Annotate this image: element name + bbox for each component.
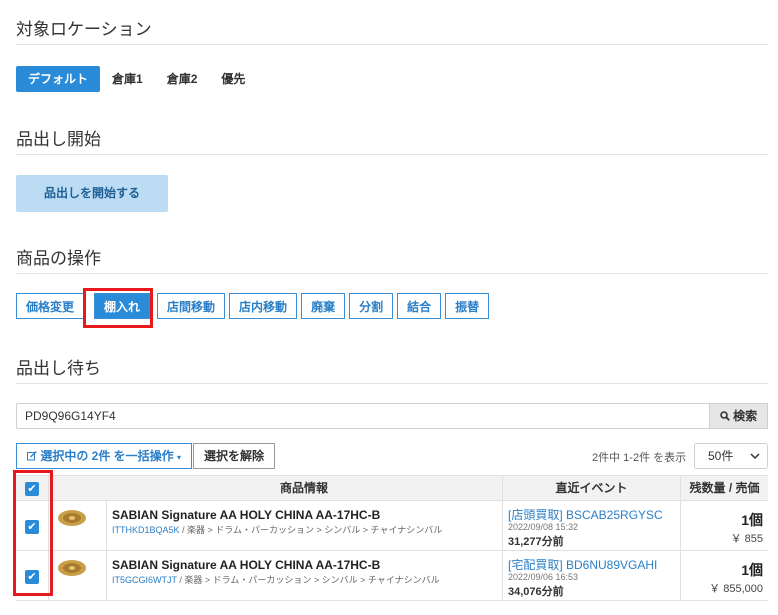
chevron-down-icon bbox=[750, 444, 760, 478]
price: ￥ 855,000 bbox=[709, 583, 763, 595]
divider bbox=[16, 154, 768, 155]
event-link[interactable]: [宅配買取] BD6NU89VGAHI bbox=[508, 556, 657, 573]
row-checkbox[interactable]: ✔ bbox=[25, 570, 39, 584]
search-icon bbox=[720, 409, 733, 423]
table-row[interactable]: ✔ SABIAN Signature AA HOLY CHINA AA-17HC… bbox=[16, 551, 768, 601]
event-link[interactable]: [店頭買取] BSCAB25RGYSC bbox=[508, 506, 663, 523]
clear-selection-button[interactable]: 選択を解除 bbox=[193, 443, 276, 469]
merge-button[interactable]: 結合 bbox=[397, 293, 442, 319]
bulk-action-label: 選択中の 2件 を一括操作 bbox=[40, 449, 174, 463]
product-code-link[interactable]: IT5GCGI6WTJT bbox=[112, 575, 177, 585]
per-page-select[interactable]: 50件 bbox=[694, 443, 768, 469]
divider bbox=[16, 383, 768, 384]
edit-icon bbox=[27, 449, 40, 463]
dispose-button[interactable]: 廃棄 bbox=[301, 293, 346, 319]
operation-buttons: 価格変更 棚入れ 店間移動 店内移動 廃棄 分割 結合 振替 bbox=[16, 293, 493, 319]
divider bbox=[16, 44, 768, 45]
price-change-button[interactable]: 価格変更 bbox=[16, 293, 85, 319]
search-button-label: 検索 bbox=[733, 409, 758, 423]
quantity: 1個 bbox=[741, 562, 763, 578]
event-ago: 34,076分前 bbox=[508, 586, 564, 598]
caret-down-icon: ▾ bbox=[177, 453, 182, 462]
event-ago: 31,277分前 bbox=[508, 536, 564, 548]
picking-start-title: 品出し開始 bbox=[16, 130, 101, 149]
header-product-info: 商品情報 bbox=[279, 481, 328, 495]
price: ￥ 855 bbox=[730, 533, 763, 545]
location-section-title: 対象ロケーション bbox=[16, 20, 152, 39]
header-recent-event: 直近イベント bbox=[555, 481, 628, 495]
store-transfer-button[interactable]: 店間移動 bbox=[157, 293, 226, 319]
product-name: SABIAN Signature AA HOLY CHINA AA-17HC-B bbox=[112, 508, 381, 522]
bulk-action-button[interactable]: 選択中の 2件 を一括操作 ▾ bbox=[16, 443, 193, 469]
cymbal-thumbnail bbox=[58, 560, 86, 576]
tab-default[interactable]: デフォルト bbox=[16, 66, 101, 92]
search-button[interactable]: 検索 bbox=[709, 403, 768, 429]
tab-warehouse-1[interactable]: 倉庫1 bbox=[100, 66, 155, 92]
product-path: IT5GCGI6WTJT / 楽器 > ドラム・パーカッション > シンバル >… bbox=[112, 575, 440, 585]
location-tabs: デフォルト 倉庫1 倉庫2 優先 bbox=[16, 66, 257, 92]
select-all-checkbox[interactable]: ✔ bbox=[25, 482, 39, 496]
table-header: ✔ 商品情報 直近イベント 残数量 / 売価 bbox=[16, 475, 768, 501]
divider bbox=[16, 273, 768, 274]
header-qty-price: 残数量 / 売価 bbox=[689, 481, 760, 495]
waiting-title: 品出し待ち bbox=[16, 359, 101, 378]
result-count: 2件中 1-2件 を表示 bbox=[592, 452, 687, 464]
table-row[interactable]: ✔ SABIAN Signature AA HOLY CHINA AA-17HC… bbox=[16, 501, 768, 551]
product-ops-title: 商品の操作 bbox=[16, 249, 101, 268]
tab-warehouse-2[interactable]: 倉庫2 bbox=[155, 66, 210, 92]
product-code-link[interactable]: ITTHKD1BQA5K bbox=[112, 525, 180, 535]
per-page-value: 50件 bbox=[708, 449, 734, 463]
start-picking-button[interactable]: 品出しを開始する bbox=[16, 175, 168, 212]
product-name: SABIAN Signature AA HOLY CHINA AA-17HC-B bbox=[112, 558, 381, 572]
quantity: 1個 bbox=[741, 512, 763, 528]
row-checkbox[interactable]: ✔ bbox=[25, 520, 39, 534]
event-date: 2022/09/08 15:32 bbox=[508, 522, 579, 532]
shelving-button[interactable]: 棚入れ bbox=[94, 293, 151, 319]
tab-priority[interactable]: 優先 bbox=[209, 66, 257, 92]
cymbal-thumbnail bbox=[58, 510, 86, 526]
in-store-move-button[interactable]: 店内移動 bbox=[229, 293, 298, 319]
product-path: ITTHKD1BQA5K / 楽器 > ドラム・パーカッション > シンバル >… bbox=[112, 525, 443, 535]
split-button[interactable]: 分割 bbox=[349, 293, 394, 319]
search-input[interactable] bbox=[16, 403, 710, 429]
event-date: 2022/09/06 16:53 bbox=[508, 572, 579, 582]
swap-button[interactable]: 振替 bbox=[445, 293, 490, 319]
